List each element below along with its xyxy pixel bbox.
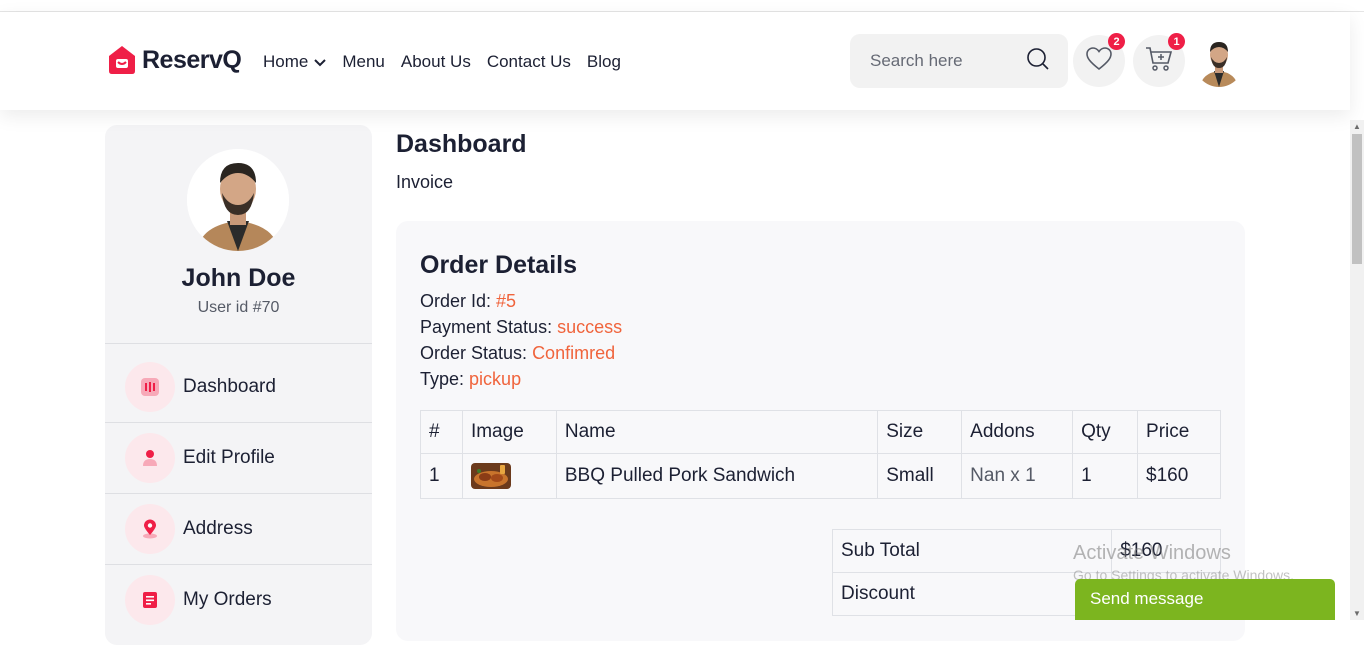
column-header: Name [555, 410, 879, 454]
item-image-cell [461, 453, 557, 499]
column-header: Qty [1072, 410, 1139, 454]
profile-user-id: User id #70 [197, 299, 280, 316]
brand-logo[interactable]: ReservQ [108, 45, 242, 75]
account-sidebar: John Doe User id #70 Dashboard Edit Prof… [105, 125, 372, 645]
order-status-label: Order Status: [420, 343, 528, 363]
sidebar-item-label: My Orders [183, 589, 272, 610]
item-size: Small [877, 453, 963, 499]
order-details-heading: Order Details [420, 251, 578, 279]
user-icon [125, 433, 175, 483]
order-status-value: Confimred [532, 343, 616, 363]
sidebar-item-edit-profile[interactable]: Edit Profile [105, 423, 372, 493]
search-box [850, 34, 1068, 88]
table-header-row: # Image Name Size Addons Qty Price [420, 410, 1221, 454]
item-name: BBQ Pulled Pork Sandwich [555, 453, 879, 499]
subtotal-label: Sub Total [831, 529, 1113, 573]
item-addons: Nan x 1 [961, 453, 1074, 499]
payment-status-value: success [557, 317, 623, 337]
sidebar-item-label: Edit Profile [183, 447, 275, 468]
scroll-down-arrow-icon[interactable]: ▼ [1353, 609, 1361, 618]
order-items-table: # Image Name Size Addons Qty Price 1 BBQ… [420, 410, 1221, 499]
profile-name: John Doe [181, 264, 296, 292]
profile-photo [187, 149, 289, 251]
payment-status-label: Payment Status: [420, 317, 553, 337]
order-type-line: Type: pickup [420, 369, 521, 390]
discount-label: Discount [831, 572, 1113, 616]
logo-house-icon [108, 45, 136, 75]
nav-home[interactable]: Home [263, 52, 327, 72]
table-row: 1 BBQ Pulled Pork Sandwich Small Nan x 1… [420, 453, 1221, 499]
order-status-line: Order Status: Confimred [420, 343, 615, 364]
order-type-value: pickup [469, 369, 522, 389]
sidebar-divider [105, 343, 372, 344]
receipt-icon [125, 575, 175, 625]
scroll-up-arrow-icon[interactable]: ▲ [1353, 122, 1361, 131]
sidebar-item-dashboard[interactable]: Dashboard [105, 352, 372, 422]
send-message-button[interactable]: Send message [1075, 579, 1335, 620]
cart-button[interactable]: 1 [1133, 33, 1185, 87]
page-title: Dashboard [396, 130, 527, 158]
nav-contact-us[interactable]: Contact Us [487, 52, 571, 72]
item-price: $160 [1137, 453, 1221, 499]
chevron-down-icon [314, 52, 327, 72]
nav-about-us[interactable]: About Us [401, 52, 471, 72]
user-avatar[interactable] [1194, 35, 1244, 87]
location-pin-icon [125, 504, 175, 554]
sidebar-item-label: Address [183, 518, 253, 539]
heart-icon [1086, 46, 1112, 76]
sidebar-item-label: Dashboard [183, 376, 276, 397]
windows-activation-watermark-title: Activate Windows [1073, 542, 1231, 564]
item-number: 1 [420, 453, 463, 499]
cart-count-badge: 1 [1168, 33, 1185, 50]
payment-status-line: Payment Status: success [420, 317, 622, 338]
order-id-line: Order Id: #5 [420, 291, 516, 312]
wishlist-count-badge: 2 [1108, 33, 1125, 50]
sidebar-item-my-orders[interactable]: My Orders [105, 565, 372, 635]
nav-menu[interactable]: Menu [342, 52, 385, 72]
sidebar-item-address[interactable]: Address [105, 494, 372, 564]
column-header: Image [461, 410, 557, 454]
scrollbar-thumb[interactable] [1352, 134, 1362, 264]
page-scrollbar[interactable]: ▲ ▼ [1350, 120, 1364, 620]
food-thumbnail-image [470, 463, 511, 489]
main-nav: Home Menu About Us Contact Us Blog [263, 52, 621, 72]
order-id-label: Order Id: [420, 291, 492, 311]
order-id-value: #5 [496, 291, 517, 311]
brand-name: ReservQ [142, 45, 242, 74]
column-header: # [420, 410, 463, 454]
wishlist-button[interactable]: 2 [1073, 33, 1125, 87]
nav-home-label: Home [263, 52, 309, 71]
column-header: Price [1137, 410, 1221, 454]
site-header: ReservQ Home Menu About Us Contact Us Bl… [0, 12, 1350, 110]
item-qty: 1 [1072, 453, 1139, 499]
breadcrumb: Invoice [396, 172, 454, 192]
browser-top-edge [0, 0, 1364, 12]
nav-blog[interactable]: Blog [587, 52, 621, 72]
column-header: Addons [961, 410, 1074, 454]
cart-icon [1145, 46, 1173, 77]
dashboard-icon [125, 362, 175, 412]
order-type-label: Type: [420, 369, 465, 389]
column-header: Size [877, 410, 963, 454]
search-input[interactable] [870, 51, 1010, 71]
search-icon[interactable] [1026, 47, 1050, 76]
